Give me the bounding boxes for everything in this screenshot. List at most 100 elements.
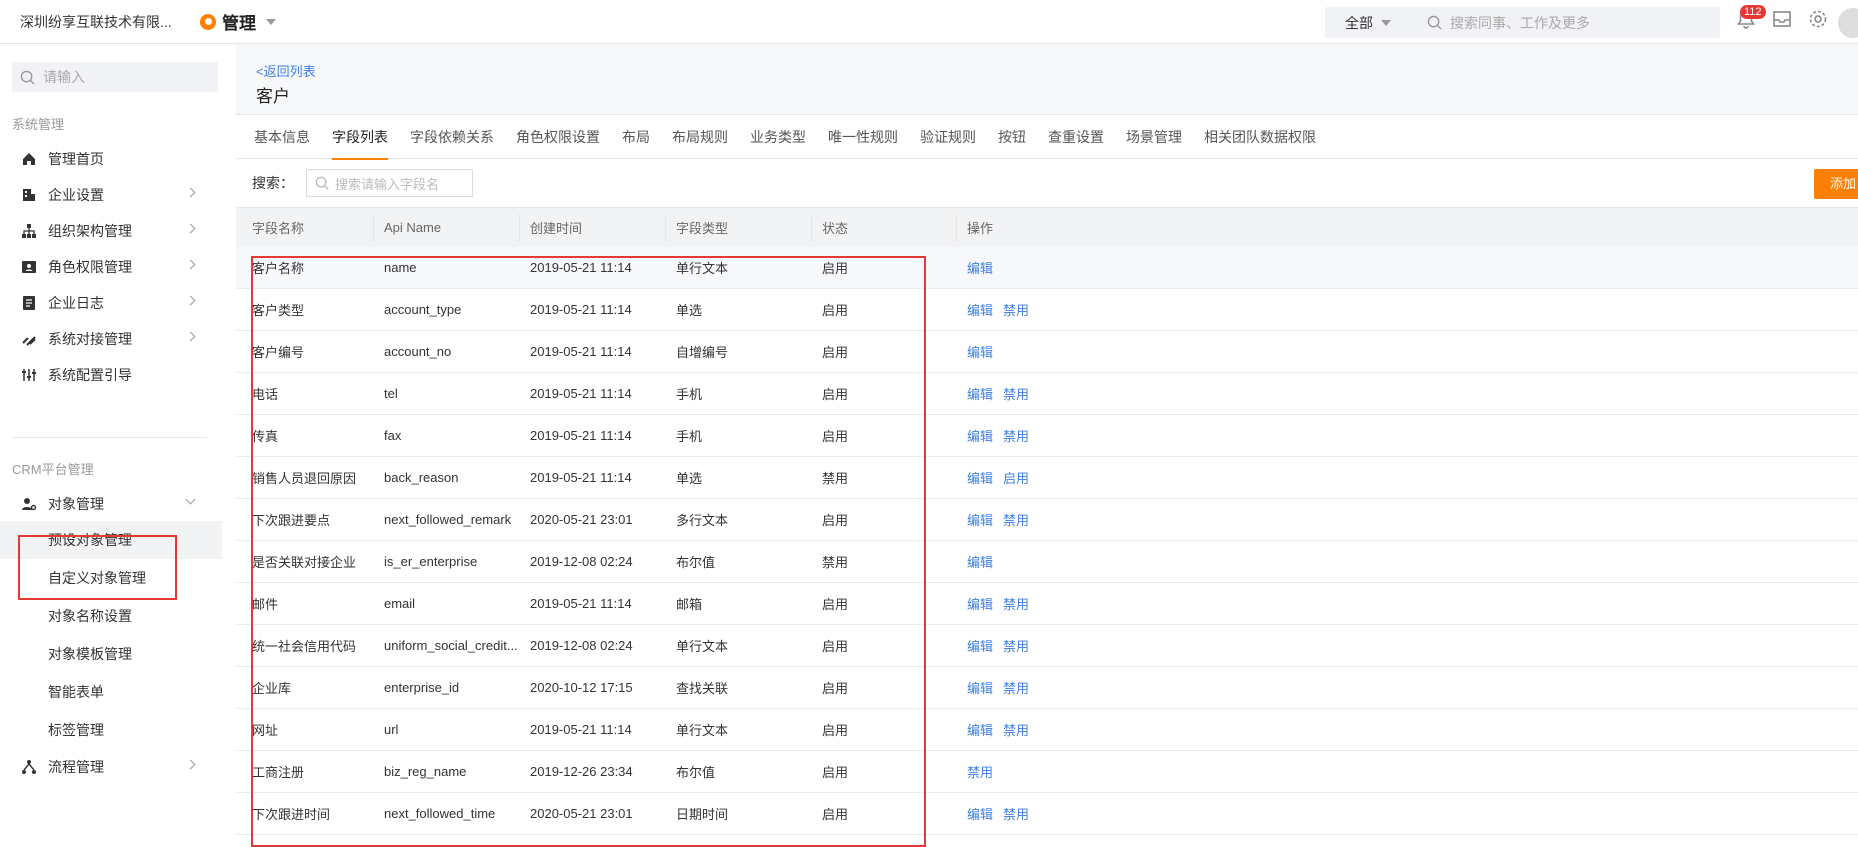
- home-icon: [20, 150, 38, 168]
- tab-item[interactable]: 验证规则: [909, 115, 987, 159]
- sidebar-item-label: 对象名称设置: [48, 608, 132, 624]
- tab-item[interactable]: 唯一性规则: [817, 115, 909, 159]
- sidebar-item-flow-mgmt[interactable]: 流程管理: [0, 749, 210, 785]
- sidebar-item-label: 对象管理: [48, 496, 104, 512]
- tab-item[interactable]: 角色权限设置: [505, 115, 611, 159]
- sidebar-item-label: 组织架构管理: [48, 223, 132, 239]
- chevron-right-icon: [185, 295, 196, 306]
- page-header: <返回列表 客户: [236, 44, 1858, 114]
- column-header: 状态: [812, 213, 957, 242]
- row-action-link[interactable]: 编辑: [967, 636, 993, 655]
- tab-item[interactable]: 布局规则: [661, 115, 739, 159]
- row-action-link[interactable]: 启用: [1003, 468, 1029, 487]
- row-action-link[interactable]: 禁用: [1003, 720, 1029, 739]
- chevron-right-icon: [185, 187, 196, 198]
- row-action-link[interactable]: 禁用: [1003, 426, 1029, 445]
- global-search-input[interactable]: 搜索同事、工作及更多: [1415, 13, 1590, 33]
- row-action-link[interactable]: 禁用: [1003, 804, 1029, 823]
- tab-item[interactable]: 布局: [611, 115, 661, 159]
- tab-item[interactable]: 按钮: [987, 115, 1037, 159]
- sidebar-item-home[interactable]: 管理首页: [0, 141, 210, 177]
- sidebar-subitem-object-naming[interactable]: 对象名称设置: [0, 597, 222, 635]
- cell-actions: 编辑 禁用: [957, 625, 1357, 666]
- field-search-label: 搜索：: [252, 175, 294, 191]
- chevron-right-icon: [185, 223, 196, 234]
- row-action-link[interactable]: 禁用: [1003, 300, 1029, 319]
- row-action-link[interactable]: 编辑: [967, 468, 993, 487]
- tab-item[interactable]: 相关团队数据权限: [1193, 115, 1327, 159]
- field-search-input[interactable]: 搜索请输入字段名: [306, 169, 473, 197]
- global-search[interactable]: 全部 搜索同事、工作及更多: [1325, 7, 1720, 38]
- app-logo-icon: [200, 13, 216, 30]
- row-action-link[interactable]: 编辑: [967, 720, 993, 739]
- app-switcher[interactable]: 管理: [200, 9, 276, 34]
- sidebar-subitem-object-templates[interactable]: 对象模板管理: [0, 635, 222, 673]
- company-name[interactable]: 深圳纷享互联技术有限...: [0, 12, 200, 32]
- settings-button[interactable]: [1807, 8, 1829, 33]
- chevron-right-icon: [185, 759, 196, 770]
- cell-actions: 编辑 禁用: [957, 373, 1357, 414]
- sidebar-item-integration[interactable]: 系统对接管理: [0, 321, 210, 357]
- notification-button[interactable]: 112: [1735, 5, 1766, 33]
- sidebar-item-label: 企业日志: [48, 295, 104, 311]
- back-to-list-link[interactable]: <返回列表: [256, 61, 316, 80]
- sidebar-item-label: 管理首页: [48, 151, 104, 167]
- row-action-link[interactable]: 禁用: [1003, 384, 1029, 403]
- row-action-link[interactable]: 编辑: [967, 300, 993, 319]
- sidebar-divider: [12, 437, 207, 438]
- search-scope-select[interactable]: 全部: [1325, 13, 1415, 33]
- sidebar-item-label: 企业设置: [48, 187, 104, 203]
- field-search-placeholder: 搜索请输入字段名: [335, 176, 440, 192]
- tab-item[interactable]: 场景管理: [1115, 115, 1193, 159]
- cell-actions: 编辑 禁用: [957, 499, 1357, 540]
- search-icon: [315, 176, 329, 190]
- sidebar-item-label: 角色权限管理: [48, 259, 132, 275]
- row-action-link[interactable]: 禁用: [1003, 636, 1029, 655]
- gear-icon: [1809, 10, 1827, 28]
- column-header: 操作: [967, 221, 994, 236]
- tab-item[interactable]: 基本信息: [254, 115, 321, 159]
- row-action-link[interactable]: 编辑: [967, 678, 993, 697]
- sidebar-subitem-smart-forms[interactable]: 智能表单: [0, 673, 222, 711]
- sidebar-item-object-mgmt[interactable]: 对象管理: [0, 486, 210, 522]
- row-action-link[interactable]: 编辑: [967, 342, 993, 361]
- row-action-link[interactable]: 编辑: [967, 426, 993, 445]
- sidebar-item-org[interactable]: 组织架构管理: [0, 213, 210, 249]
- row-action-link[interactable]: 编辑: [967, 804, 993, 823]
- row-action-link[interactable]: 禁用: [1003, 510, 1029, 529]
- row-action-link[interactable]: 编辑: [967, 510, 993, 529]
- row-action-link[interactable]: 禁用: [1003, 594, 1029, 613]
- column-header: Api Name: [374, 213, 520, 242]
- tab-item[interactable]: 业务类型: [739, 115, 817, 159]
- row-action-link[interactable]: 编辑: [967, 552, 993, 571]
- sidebar-item-config-guide[interactable]: 系统配置引导: [0, 357, 210, 393]
- tab-bar: 基本信息 字段列表 字段依赖关系 角色权限设置 布局 布局规则 业务类型 唯一性规则 验证规则按…: [236, 114, 1858, 160]
- avatar[interactable]: [1838, 8, 1858, 38]
- inbox-button[interactable]: [1771, 8, 1793, 33]
- sidebar-search-placeholder: 请输入: [43, 69, 85, 85]
- cell-actions: 编辑 禁用: [957, 583, 1357, 624]
- tab-item[interactable]: 字段依赖关系: [399, 115, 505, 159]
- section-title-crm: CRM平台管理: [12, 462, 94, 477]
- row-action-link[interactable]: 编辑: [967, 594, 993, 613]
- row-action-link[interactable]: 编辑: [967, 258, 993, 277]
- section-title-system: 系统管理: [12, 117, 65, 132]
- tab-item[interactable]: 字段列表: [321, 115, 399, 160]
- link-icon: [20, 330, 38, 348]
- org-chart-icon: [20, 222, 38, 240]
- row-action-link[interactable]: 编辑: [967, 384, 993, 403]
- user-gear-icon: [20, 495, 38, 513]
- chevron-down-icon: [266, 18, 276, 25]
- sidebar-item-company-settings[interactable]: 企业设置: [0, 177, 210, 213]
- sidebar-item-label: 智能表单: [48, 684, 104, 700]
- tab-item[interactable]: 查重设置: [1037, 115, 1115, 159]
- add-field-button[interactable]: 添加: [1814, 169, 1858, 199]
- sidebar-item-logs[interactable]: 企业日志: [0, 285, 210, 321]
- row-action-link[interactable]: 禁用: [967, 762, 993, 781]
- sidebar-search-input[interactable]: 请输入: [12, 62, 218, 92]
- flow-icon: [20, 758, 38, 776]
- sidebar-subitem-tags[interactable]: 标签管理: [0, 711, 222, 749]
- row-action-link[interactable]: 禁用: [1003, 678, 1029, 697]
- search-scope-label: 全部: [1345, 14, 1373, 31]
- sidebar-item-roles[interactable]: 角色权限管理: [0, 249, 210, 285]
